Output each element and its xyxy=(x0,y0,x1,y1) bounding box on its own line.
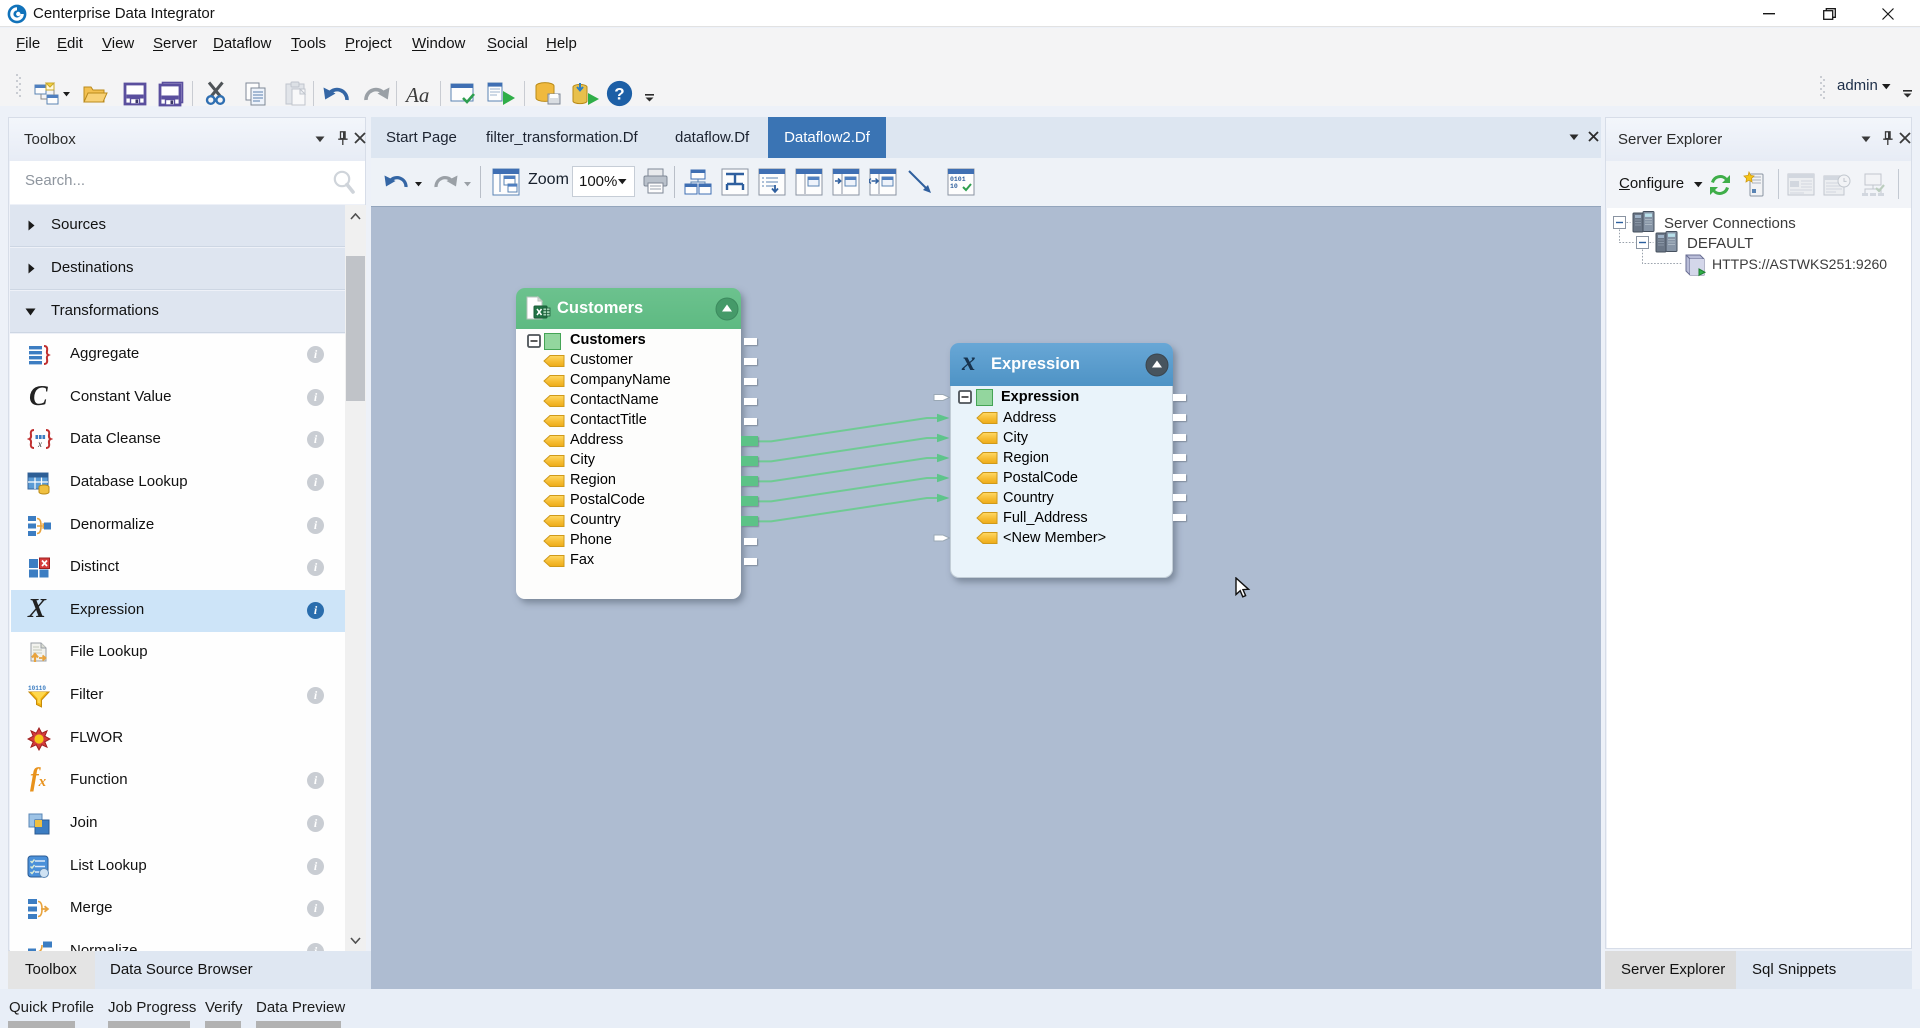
svg-text:?: ? xyxy=(614,85,624,104)
svg-text:x: x xyxy=(37,439,42,449)
svg-text:0101: 0101 xyxy=(950,176,966,183)
svg-text:10110: 10110 xyxy=(28,685,46,692)
svg-text:10: 10 xyxy=(950,183,958,190)
